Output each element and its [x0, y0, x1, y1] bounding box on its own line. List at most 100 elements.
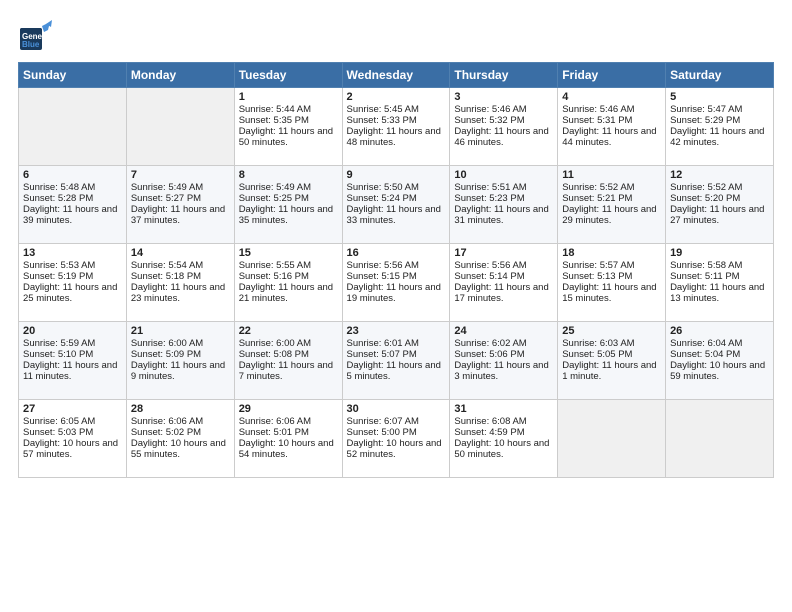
- calendar-cell: 26Sunrise: 6:04 AMSunset: 5:04 PMDayligh…: [666, 322, 774, 400]
- sunset-text: Sunset: 5:31 PM: [562, 115, 661, 126]
- sunrise-text: Sunrise: 5:59 AM: [23, 338, 122, 349]
- sunset-text: Sunset: 5:01 PM: [239, 427, 338, 438]
- day-number: 31: [454, 403, 553, 415]
- day-number: 26: [670, 325, 769, 337]
- week-row-2: 13Sunrise: 5:53 AMSunset: 5:19 PM Dayligh…: [19, 244, 774, 322]
- sunset-text: Sunset: 5:21 PM: [562, 193, 661, 204]
- day-number: 13: [23, 247, 122, 259]
- calendar-cell: 8Sunrise: 5:49 AMSunset: 5:25 PMDaylight…: [234, 166, 342, 244]
- calendar-cell: 18Sunrise: 5:57 AMSunset: 5:13 PMDayligh…: [558, 244, 666, 322]
- col-header-friday: Friday: [558, 63, 666, 88]
- sunrise-text: Sunrise: 5:47 AM: [670, 104, 769, 115]
- sunset-text: Sunset: 5:10 PM: [23, 349, 122, 360]
- col-header-tuesday: Tuesday: [234, 63, 342, 88]
- day-number: 28: [131, 403, 230, 415]
- daylight-text: Daylight: 11 hours and 29 minutes.: [562, 204, 661, 226]
- sunset-text: Sunset: 5:11 PM: [670, 271, 769, 282]
- calendar-cell: 9Sunrise: 5:50 AMSunset: 5:24 PMDaylight…: [342, 166, 450, 244]
- calendar-cell: 29Sunrise: 6:06 AMSunset: 5:01 PMDayligh…: [234, 400, 342, 478]
- sunrise-text: Sunrise: 6:06 AM: [131, 416, 230, 427]
- day-number: 7: [131, 169, 230, 181]
- sunrise-text: Sunrise: 5:45 AM: [347, 104, 446, 115]
- header: General Blue: [18, 18, 774, 54]
- calendar-cell: 27Sunrise: 6:05 AMSunset: 5:03 PMDayligh…: [19, 400, 127, 478]
- sunrise-text: Sunrise: 5:57 AM: [562, 260, 661, 271]
- day-number: 12: [670, 169, 769, 181]
- sunrise-text: Sunrise: 6:03 AM: [562, 338, 661, 349]
- sunset-text: Sunset: 5:09 PM: [131, 349, 230, 360]
- day-number: 9: [347, 169, 446, 181]
- logo: General Blue: [18, 18, 54, 54]
- sunrise-text: Sunrise: 5:46 AM: [454, 104, 553, 115]
- daylight-text: Daylight: 10 hours and 50 minutes.: [454, 438, 553, 460]
- calendar-cell: 6Sunrise: 5:48 AMSunset: 5:28 PMDaylight…: [19, 166, 127, 244]
- daylight-text: Daylight: 11 hours and 35 minutes.: [239, 204, 338, 226]
- sunset-text: Sunset: 5:08 PM: [239, 349, 338, 360]
- sunrise-text: Sunrise: 6:00 AM: [239, 338, 338, 349]
- daylight-text: Daylight: 11 hours and 21 minutes.: [239, 282, 338, 304]
- calendar-cell: 5Sunrise: 5:47 AMSunset: 5:29 PMDaylight…: [666, 88, 774, 166]
- calendar-cell: 3Sunrise: 5:46 AMSunset: 5:32 PMDaylight…: [450, 88, 558, 166]
- sunrise-text: Sunrise: 5:53 AM: [23, 260, 122, 271]
- sunset-text: Sunset: 4:59 PM: [454, 427, 553, 438]
- daylight-text: Daylight: 11 hours and 19 minutes.: [347, 282, 446, 304]
- sunset-text: Sunset: 5:19 PM: [23, 271, 122, 282]
- sunrise-text: Sunrise: 5:55 AM: [239, 260, 338, 271]
- daylight-text: Daylight: 11 hours and 50 minutes.: [239, 126, 338, 148]
- day-number: 16: [347, 247, 446, 259]
- daylight-text: Daylight: 11 hours and 33 minutes.: [347, 204, 446, 226]
- day-number: 11: [562, 169, 661, 181]
- calendar-cell: [666, 400, 774, 478]
- day-number: 29: [239, 403, 338, 415]
- daylight-text: Daylight: 11 hours and 31 minutes.: [454, 204, 553, 226]
- sunrise-text: Sunrise: 5:44 AM: [239, 104, 338, 115]
- sunrise-text: Sunrise: 5:58 AM: [670, 260, 769, 271]
- sunrise-text: Sunrise: 5:46 AM: [562, 104, 661, 115]
- sunset-text: Sunset: 5:06 PM: [454, 349, 553, 360]
- sunrise-text: Sunrise: 5:51 AM: [454, 182, 553, 193]
- sunset-text: Sunset: 5:02 PM: [131, 427, 230, 438]
- sunset-text: Sunset: 5:13 PM: [562, 271, 661, 282]
- col-header-monday: Monday: [126, 63, 234, 88]
- sunset-text: Sunset: 5:29 PM: [670, 115, 769, 126]
- daylight-text: Daylight: 11 hours and 46 minutes.: [454, 126, 553, 148]
- sunset-text: Sunset: 5:03 PM: [23, 427, 122, 438]
- day-number: 23: [347, 325, 446, 337]
- col-header-wednesday: Wednesday: [342, 63, 450, 88]
- calendar-cell: 20Sunrise: 5:59 AMSunset: 5:10 PMDayligh…: [19, 322, 127, 400]
- calendar-cell: 23Sunrise: 6:01 AMSunset: 5:07 PMDayligh…: [342, 322, 450, 400]
- col-header-sunday: Sunday: [19, 63, 127, 88]
- sunrise-text: Sunrise: 5:54 AM: [131, 260, 230, 271]
- calendar-cell: 10Sunrise: 5:51 AMSunset: 5:23 PMDayligh…: [450, 166, 558, 244]
- calendar-cell: 14Sunrise: 5:54 AMSunset: 5:18 PMDayligh…: [126, 244, 234, 322]
- col-header-thursday: Thursday: [450, 63, 558, 88]
- calendar-cell: 15Sunrise: 5:55 AMSunset: 5:16 PMDayligh…: [234, 244, 342, 322]
- week-row-0: 1Sunrise: 5:44 AMSunset: 5:35 PMDaylight…: [19, 88, 774, 166]
- day-number: 20: [23, 325, 122, 337]
- day-number: 19: [670, 247, 769, 259]
- daylight-text: Daylight: 11 hours and 37 minutes.: [131, 204, 230, 226]
- sunset-text: Sunset: 5:07 PM: [347, 349, 446, 360]
- daylight-text: Daylight: 11 hours and 3 minutes.: [454, 360, 553, 382]
- calendar-cell: 24Sunrise: 6:02 AMSunset: 5:06 PMDayligh…: [450, 322, 558, 400]
- page: General Blue SundayMondayTuesdayWednesda…: [0, 0, 792, 612]
- daylight-text: Daylight: 11 hours and 27 minutes.: [670, 204, 769, 226]
- sunset-text: Sunset: 5:33 PM: [347, 115, 446, 126]
- calendar-cell: [558, 400, 666, 478]
- day-number: 14: [131, 247, 230, 259]
- sunrise-text: Sunrise: 6:08 AM: [454, 416, 553, 427]
- svg-text:Blue: Blue: [22, 40, 40, 49]
- sunrise-text: Sunrise: 5:50 AM: [347, 182, 446, 193]
- calendar-cell: 16Sunrise: 5:56 AMSunset: 5:15 PMDayligh…: [342, 244, 450, 322]
- calendar-cell: 12Sunrise: 5:52 AMSunset: 5:20 PMDayligh…: [666, 166, 774, 244]
- day-number: 30: [347, 403, 446, 415]
- calendar-cell: 25Sunrise: 6:03 AMSunset: 5:05 PMDayligh…: [558, 322, 666, 400]
- sunrise-text: Sunrise: 6:02 AM: [454, 338, 553, 349]
- sunset-text: Sunset: 5:20 PM: [670, 193, 769, 204]
- daylight-text: Daylight: 11 hours and 1 minute.: [562, 360, 661, 382]
- sunrise-text: Sunrise: 6:00 AM: [131, 338, 230, 349]
- sunset-text: Sunset: 5:28 PM: [23, 193, 122, 204]
- calendar-cell: 19Sunrise: 5:58 AMSunset: 5:11 PMDayligh…: [666, 244, 774, 322]
- sunrise-text: Sunrise: 5:56 AM: [347, 260, 446, 271]
- calendar: SundayMondayTuesdayWednesdayThursdayFrid…: [18, 62, 774, 478]
